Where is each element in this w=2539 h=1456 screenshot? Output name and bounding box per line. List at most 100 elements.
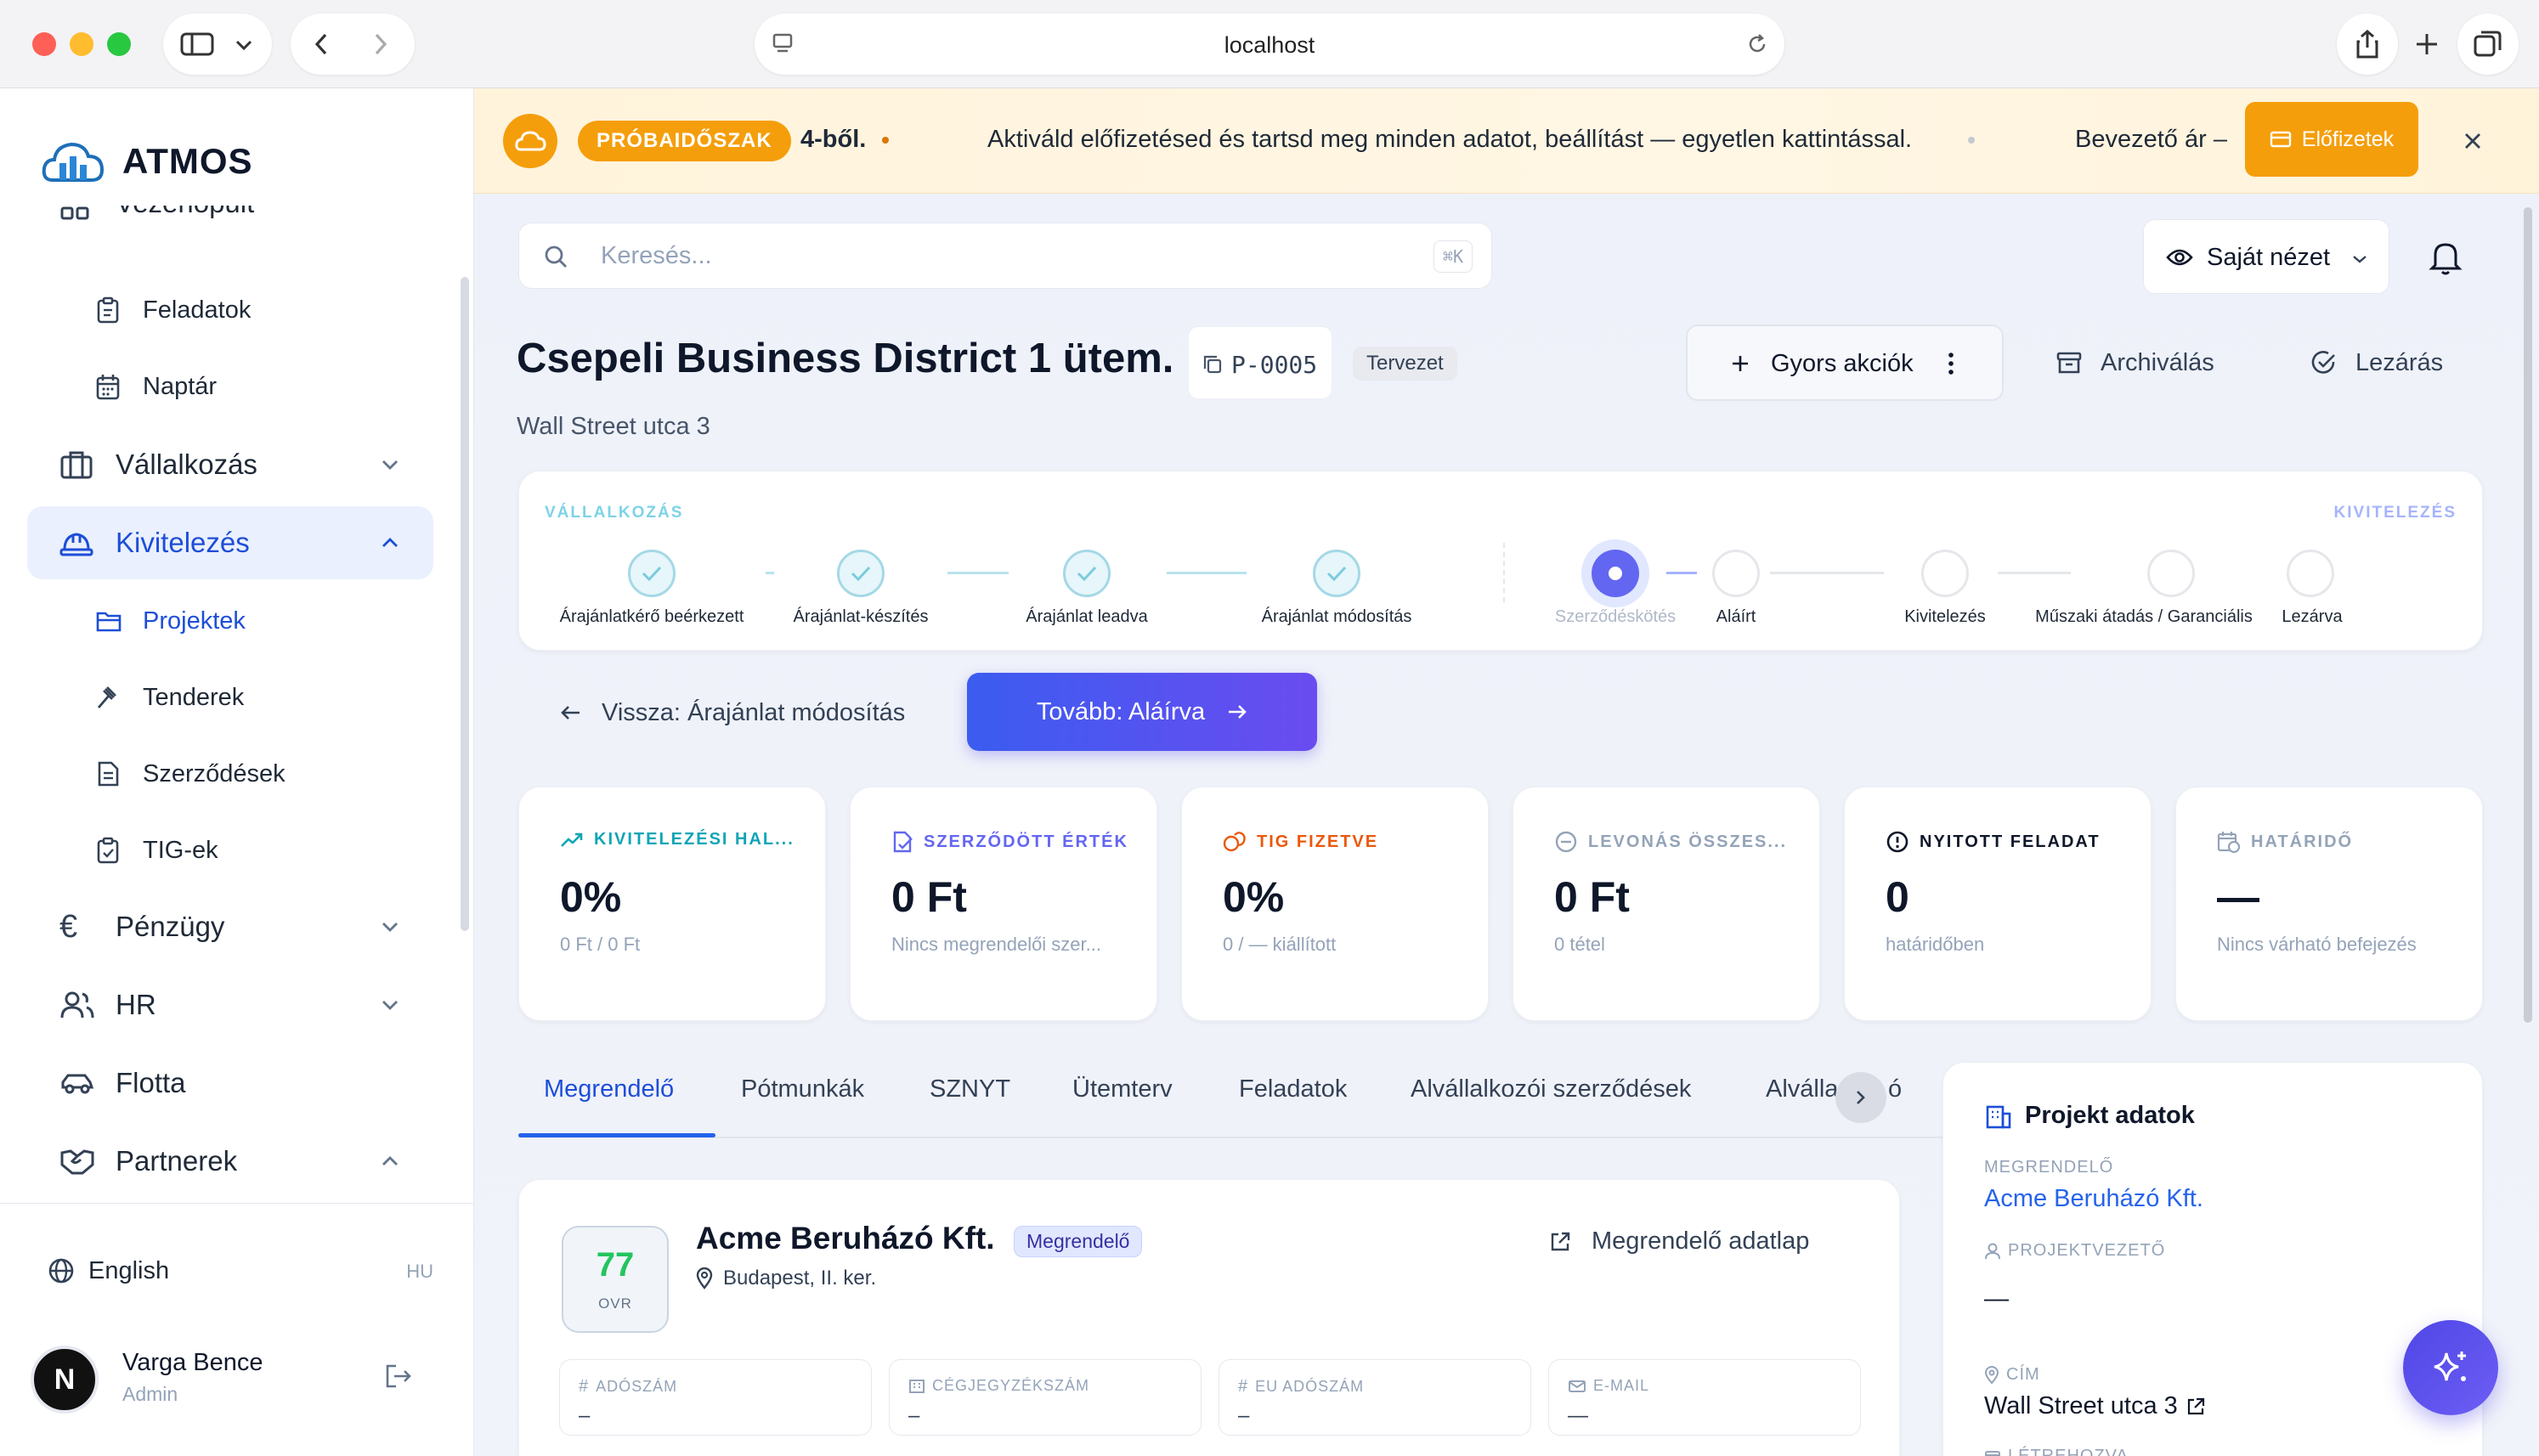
ovr-score-label: OVR [598,1295,632,1312]
maximize-window-button[interactable] [107,32,131,56]
step-4-done[interactable] [1313,550,1360,597]
sidebar-item-szerzodesek[interactable]: Szerződések [85,744,433,804]
document-icon [98,761,119,787]
step-6[interactable] [1712,550,1760,597]
kpi-card[interactable]: LEVONÁS ÖSSZES... 0 Ft 0 tétel [1513,787,1820,1021]
calendar-clock-icon [2217,832,2241,854]
brand-logo[interactable]: ATMOS [41,136,253,187]
project-code[interactable]: P-0005 [1188,326,1332,399]
close-project-button[interactable]: Lezárás [2311,341,2443,384]
step-1-done[interactable] [628,550,676,597]
kpi-card[interactable]: SZERZŐDÖTT ÉRTÉK 0 Ft Nincs megrendelői … [850,787,1157,1021]
address-link[interactable]: Wall Street utca 3 [1984,1392,2205,1420]
tab-feladatok[interactable]: Feladatok [1239,1075,1347,1103]
sidebar-toggle-button[interactable] [163,14,272,75]
check-circle-icon [2311,351,2335,374]
kpi-card[interactable]: TIG FIZETVE 0% 0 / — kiállított [1181,787,1489,1021]
user-name: Varga Bence [122,1349,263,1376]
reload-icon[interactable] [1745,32,1769,56]
step-5-current[interactable] [1581,539,1649,607]
tab-alvallalkozoi-szerzodesek[interactable]: Alvállalkozói szerződések [1411,1075,1691,1103]
contract-icon [893,831,913,853]
coins-icon [1223,832,1246,852]
tax-number-field: # ADÓSZÁM – [559,1359,872,1436]
sidebar-item-hr[interactable]: HR [27,968,433,1041]
new-tab-button[interactable] [2396,14,2457,75]
chevron-down-icon [382,460,398,470]
field-value: – [1238,1404,1250,1427]
share-button[interactable] [2337,14,2398,75]
close-project-label: Lezárás [2355,348,2444,376]
kpi-card[interactable]: HATÁRIDŐ — Nincs várható befejezés [2175,787,2483,1021]
kpi-card[interactable]: KIVITELEZÉSI HAL... 0% 0 Ft / 0 Ft [518,787,826,1021]
manager-value: — [1984,1285,2009,1312]
tab-sznyt[interactable]: SZNYT [930,1075,1010,1103]
address-bar[interactable]: localhost [755,14,1784,75]
logout-icon[interactable] [384,1363,413,1390]
step-9[interactable] [2287,550,2334,597]
tabs-scroll-right[interactable] [1835,1072,1886,1123]
building-icon [909,1379,925,1393]
subscribe-button[interactable]: Előfizetek [2245,102,2418,177]
field-label: ADÓSZÁM [596,1378,678,1395]
tab-partial[interactable]: ó [1888,1075,1902,1103]
step-8[interactable] [2147,550,2195,597]
avatar[interactable]: N [31,1346,99,1414]
step-7[interactable] [1921,550,1969,597]
sidebar-item-projektek[interactable]: Projektek [85,591,433,651]
view-selector[interactable]: Saját nézet [2143,219,2389,294]
tab-potmunkak[interactable]: Pótmunkák [741,1075,864,1103]
back-arrow-icon[interactable] [313,32,330,56]
customer-link[interactable]: Acme Beruházó Kft. [1984,1185,2203,1213]
tab-megrendelo[interactable]: Megrendelő [544,1075,674,1103]
sidebar-item-flotta[interactable]: Flotta [27,1047,433,1120]
calendar-icon [96,375,120,400]
calendar-icon [1985,1450,2000,1456]
main-scrollbar[interactable] [2524,207,2532,1023]
more-vertical-icon [1948,353,1954,375]
step-3-done[interactable] [1063,550,1111,597]
sidebar-item-vallalkozas[interactable]: Vállalkozás [27,428,433,501]
bell-icon[interactable] [2429,240,2463,275]
language-switch[interactable]: English HU [42,1250,433,1291]
search-icon [545,245,567,268]
close-window-button[interactable] [32,32,56,56]
sidebar-item-label: Vezérlőpult [116,206,254,219]
avatar-initial: N [54,1363,76,1396]
quick-actions-button[interactable]: Gyors akciók [1686,324,2004,401]
tabs-icon [2474,31,2502,57]
customer-name[interactable]: Acme Beruházó Kft. [696,1221,995,1256]
sidebar-scrollbar[interactable] [461,277,469,931]
sidebar-item-tig[interactable]: TIG-ek [85,821,433,880]
tab-overview-button[interactable] [2457,14,2519,75]
tab-utemterv[interactable]: Ütemterv [1072,1075,1173,1103]
close-icon[interactable] [2463,131,2483,151]
ai-assistant-button[interactable] [2403,1320,2498,1415]
check-icon [1326,566,1347,582]
sidebar-item-kivitelezes[interactable]: Kivitelezés [27,506,433,579]
sidebar-item-partnerek[interactable]: Partnerek [27,1125,433,1198]
forward-arrow-icon[interactable] [372,32,389,56]
sidebar-item-feladatok[interactable]: Feladatok [85,280,433,340]
search-input[interactable]: Keresés... ⌘K [518,223,1492,289]
archive-button[interactable]: Archiválás [2056,341,2214,384]
step-connector [1167,572,1247,574]
user-role: Admin [122,1383,178,1405]
tab-alvallalkozok[interactable]: Alválla [1766,1075,1838,1103]
sidebar-item-dashboard[interactable]: Vezérlőpult [27,206,433,240]
kpi-value: — [2217,873,2259,921]
kpi-sub: 0 tétel [1554,934,1605,955]
minimize-window-button[interactable] [70,32,93,56]
kpi-card[interactable]: NYITOTT FELADAT 0 határidőben [1844,787,2152,1021]
sidebar-item-tenderek[interactable]: Tenderek [85,668,433,727]
copy-icon [1203,355,1222,374]
customer-profile-link[interactable]: Megrendelő adatlap [1549,1227,1809,1256]
sidebar-item-naptar[interactable]: Naptár [85,357,433,416]
kpi-label: KIVITELEZÉSI HAL... [560,830,794,849]
back-step-button[interactable]: Vissza: Árajánlat módosítás [559,691,905,734]
next-step-button[interactable]: Tovább: Aláírva [967,673,1317,751]
eye-icon [2166,249,2193,266]
sidebar-item-penzugy[interactable]: € Pénzügy [27,890,433,963]
view-label: Saját nézet [2207,244,2331,271]
step-2-done[interactable] [837,550,885,597]
